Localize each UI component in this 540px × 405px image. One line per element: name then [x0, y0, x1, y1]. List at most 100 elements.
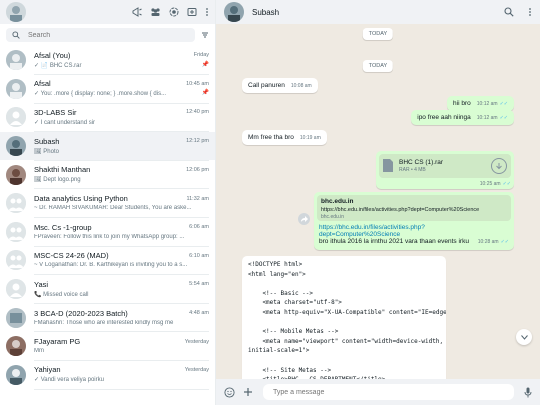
- chat-item[interactable]: Yahiyan Yesterday ✓ Vandi vera veliya poir…: [0, 361, 215, 390]
- scroll-down-button[interactable]: [516, 329, 532, 345]
- chat-item[interactable]: FJayaram PG Yesterday Mm: [0, 332, 215, 362]
- attach-icon[interactable]: [243, 387, 253, 397]
- read-receipt-icon: ✓✓: [499, 101, 508, 107]
- menu-icon[interactable]: [528, 7, 532, 17]
- message-incoming[interactable]: <!DOCTYPE html> <html lang="en"> <!-- Ba…: [242, 256, 446, 379]
- chat-preview: ✓ 📄 BHC CS.rar: [34, 62, 82, 69]
- chat-preview: 🖼 Photo: [34, 148, 59, 155]
- link-url[interactable]: https://bhc.edu.in/files/activities.php?: [319, 224, 509, 231]
- chat-name: 3D-LABS Sir: [34, 107, 77, 117]
- message-time: 10:08 am: [290, 83, 312, 89]
- contact-avatar[interactable]: [224, 2, 244, 22]
- chat-item[interactable]: MSC-CS 24-26 (MAD) 6:10 am ~ V Loganathan:…: [0, 246, 215, 276]
- chat-time: 10:45 am: [186, 80, 209, 87]
- chat-time: Friday: [193, 52, 209, 59]
- emoji-icon[interactable]: [224, 386, 235, 398]
- file-message[interactable]: BHC CS (1).rar RAR • 4 MB 10:25 am ✓✓: [376, 151, 514, 189]
- file-size: RAR • 4 MB: [399, 167, 426, 173]
- chat-item[interactable]: Yasi 5:54 am 📞 Missed voice call: [0, 275, 215, 304]
- conversation-header[interactable]: Subash: [216, 0, 540, 24]
- download-icon[interactable]: [491, 158, 507, 174]
- chat-preview: ✓ I cant understand sir: [34, 119, 96, 126]
- chat-time: Yesterday: [184, 338, 209, 345]
- microphone-icon[interactable]: [524, 387, 532, 398]
- link-site: bhc.edu.in: [321, 198, 354, 205]
- chat-name: Shakthi Manthan: [34, 165, 91, 175]
- chat-item[interactable]: 3 BCA-D (2020-2023 Batch) 4:48 am FMahashr…: [0, 303, 215, 333]
- chat-item[interactable]: Afsal 10:45 am ✓ You: .more { display: non…: [0, 75, 215, 104]
- avatar: [6, 336, 26, 357]
- message-incoming[interactable]: Call panuren 10:08 am: [242, 78, 318, 93]
- message-area[interactable]: TODAY TODAY Call panuren 10:08 am hii br…: [216, 24, 540, 379]
- chat-name: Yasi: [34, 279, 49, 289]
- conversation-panel: Subash TODAY TODAY Call panuren 10:08 am…: [216, 0, 540, 405]
- search-input[interactable]: [26, 30, 180, 40]
- chat-time: 12:06 pm: [186, 166, 209, 173]
- link-url-continued[interactable]: dept=Computer%20Science: [319, 231, 509, 238]
- chat-item[interactable]: Shakthi Manthan 12:06 pm 🖼 Dept logo.png: [0, 160, 215, 190]
- chat-name: FJayaram PG: [34, 337, 81, 347]
- communities-icon[interactable]: [132, 7, 142, 17]
- avatar: [6, 250, 26, 271]
- chat-sidebar: Afsal (You) Friday ✓ 📄 BHC CS.rar 📌 Afsal 10…: [0, 0, 216, 405]
- avatar: [6, 164, 26, 185]
- chat-preview: FPraveen: Follow this link to join my Wh…: [34, 233, 185, 240]
- message-input-box[interactable]: [263, 384, 514, 400]
- chat-name: Msc. Cs -1-group: [34, 222, 92, 232]
- message-text: Mm free tha bro: [248, 134, 294, 141]
- message-outgoing[interactable]: hii bro 10:12 am ✓✓: [447, 96, 514, 111]
- message-input[interactable]: [271, 387, 506, 397]
- new-chat-icon[interactable]: [187, 7, 197, 17]
- message-text: bro ithula 2016 la irnthu 2021 vara thaa…: [319, 238, 469, 245]
- my-avatar[interactable]: [6, 2, 26, 22]
- sidebar-header: [0, 0, 215, 24]
- chat-time: 12:40 pm: [186, 109, 209, 116]
- chat-list: Afsal (You) Friday ✓ 📄 BHC CS.rar 📌 Afsal 10…: [0, 46, 215, 405]
- avatar: [6, 279, 26, 300]
- file-name: BHC CS (1).rar: [399, 159, 444, 166]
- search-box[interactable]: [6, 28, 195, 42]
- message-time: 10:28 am: [477, 239, 499, 245]
- file-attachment[interactable]: BHC CS (1).rar RAR • 4 MB: [379, 154, 511, 178]
- search-icon[interactable]: [504, 7, 514, 17]
- message-text: <!DOCTYPE html> <html lang="en"> <!-- Ba…: [248, 261, 446, 379]
- avatar: [6, 364, 26, 385]
- status-icon[interactable]: [169, 7, 179, 17]
- read-receipt-icon: ✓✓: [500, 239, 509, 245]
- message-outgoing[interactable]: ipo free aah niinga 10:12 am ✓✓: [411, 110, 514, 125]
- chat-preview: ✓ Vandi vera veliya poirku: [34, 377, 104, 384]
- avatar: [6, 193, 26, 214]
- forward-icon[interactable]: [298, 213, 310, 225]
- contact-name[interactable]: Subash: [252, 8, 279, 17]
- avatar: [6, 307, 26, 328]
- day-divider: TODAY: [362, 28, 394, 40]
- groups-icon[interactable]: [150, 7, 161, 17]
- avatar: [6, 50, 26, 71]
- chat-item[interactable]: Msc. Cs -1-group 6:06 am FPraveen: Follow …: [0, 218, 215, 247]
- composer: [216, 379, 540, 405]
- day-divider: TODAY: [362, 60, 394, 72]
- chat-name: Afsal: [34, 79, 51, 89]
- avatar: [6, 107, 26, 128]
- avatar: [6, 221, 26, 242]
- message-text: hii bro: [453, 100, 471, 107]
- menu-icon[interactable]: [205, 7, 209, 17]
- link-url-preview: https://bhc.edu.in/files/activities.php?…: [321, 207, 480, 213]
- chat-time: 5:54 am: [189, 281, 209, 288]
- chat-item[interactable]: Afsal (You) Friday ✓ 📄 BHC CS.rar 📌: [0, 46, 215, 76]
- chat-name: Yahiyan: [34, 365, 61, 375]
- pin-icon: 📌: [201, 90, 209, 97]
- chat-item[interactable]: 3D-LABS Sir 12:40 pm ✓ I cant understand s…: [0, 103, 215, 133]
- search-icon: [12, 31, 20, 39]
- filter-icon[interactable]: [201, 31, 209, 39]
- link-message[interactable]: bhc.edu.in https://bhc.edu.in/files/acti…: [314, 192, 514, 250]
- chat-item[interactable]: Data analytics Using Python 11:32 am ~ Dr.…: [0, 189, 215, 219]
- message-incoming[interactable]: Mm free tha bro 10:19 am: [242, 130, 327, 145]
- chat-preview: 📞 Missed voice call: [34, 291, 89, 298]
- chat-preview: ~ V Loganathan: Dr. B. Karthikeyan is in…: [34, 262, 188, 269]
- chat-name: Afsal (You): [34, 50, 71, 60]
- pin-icon: 📌: [201, 61, 209, 68]
- message-time: 10:12 am: [476, 101, 498, 107]
- chat-item-selected[interactable]: Subash 12:12 pm 🖼 Photo: [0, 131, 215, 161]
- link-preview-card[interactable]: bhc.edu.in https://bhc.edu.in/files/acti…: [317, 195, 511, 221]
